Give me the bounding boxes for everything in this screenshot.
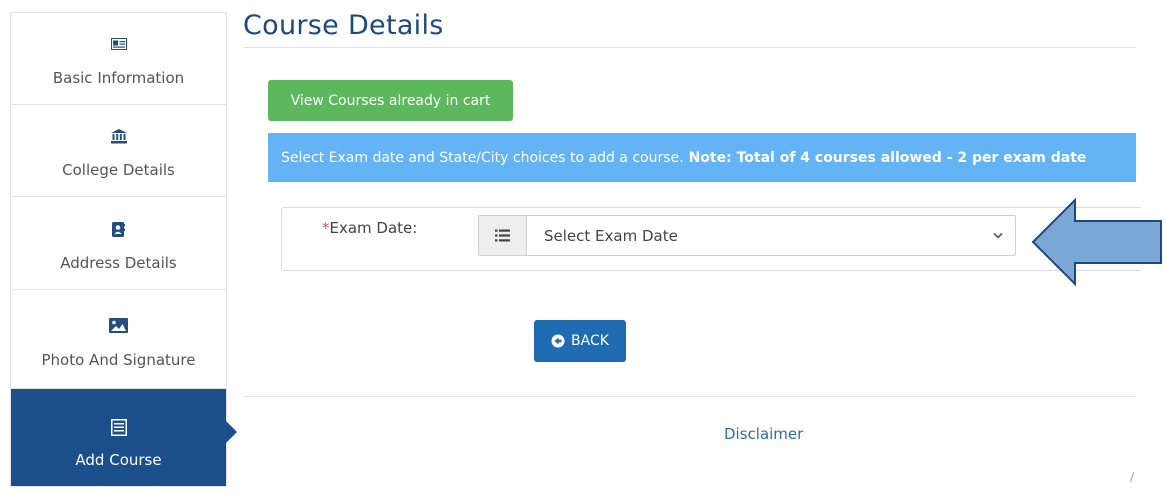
sidebar-item-label: Add Course bbox=[75, 451, 162, 469]
back-circle-icon bbox=[551, 334, 565, 348]
sidebar-item-label: Address Details bbox=[60, 254, 177, 272]
info-notice-bar: Select Exam date and State/City choices … bbox=[268, 133, 1136, 182]
list-addon bbox=[479, 216, 527, 255]
page-title: Course Details bbox=[243, 10, 444, 41]
back-button[interactable]: BACK bbox=[534, 320, 626, 362]
chevron-down-icon bbox=[993, 232, 1003, 239]
sidebar-item-label: Photo And Signature bbox=[41, 351, 196, 369]
institution-icon bbox=[11, 129, 226, 144]
sidebar-item-label: Basic Information bbox=[52, 69, 185, 87]
sidebar-item-label: College Details bbox=[62, 161, 175, 179]
sidebar-nav: Basic Information College Details Addres… bbox=[10, 12, 237, 487]
view-courses-in-cart-button[interactable]: View Courses already in cart bbox=[268, 80, 513, 121]
footer-divider bbox=[243, 396, 1136, 397]
image-icon bbox=[11, 318, 226, 333]
notice-text: Select Exam date and State/City choices … bbox=[281, 149, 684, 166]
back-button-label: BACK bbox=[571, 333, 609, 349]
exam-date-label-text: Exam Date: bbox=[329, 219, 418, 237]
corner-mark: / bbox=[1130, 470, 1135, 484]
required-asterisk: * bbox=[322, 219, 330, 237]
title-divider bbox=[243, 47, 1136, 48]
address-book-icon bbox=[11, 222, 226, 237]
list-icon bbox=[11, 419, 226, 436]
sidebar-item-add-course[interactable]: Add Course bbox=[11, 389, 237, 486]
id-card-icon bbox=[11, 38, 226, 50]
sidebar-item-address-details[interactable]: Address Details bbox=[11, 197, 226, 290]
pointer-arrow-annotation bbox=[1030, 197, 1164, 291]
exam-date-label: *Exam Date: bbox=[322, 219, 417, 237]
list-icon bbox=[495, 229, 510, 242]
exam-date-select-value: Select Exam Date bbox=[544, 226, 678, 245]
exam-date-select[interactable]: Select Exam Date bbox=[478, 215, 1016, 256]
sidebar-item-college-details[interactable]: College Details bbox=[11, 105, 226, 197]
disclaimer-link[interactable]: Disclaimer bbox=[724, 425, 803, 443]
sidebar-item-basic-information[interactable]: Basic Information bbox=[11, 13, 226, 105]
notice-note: Note: Total of 4 courses allowed - 2 per… bbox=[688, 149, 1087, 166]
sidebar-item-photo-and-signature[interactable]: Photo And Signature bbox=[11, 290, 226, 389]
